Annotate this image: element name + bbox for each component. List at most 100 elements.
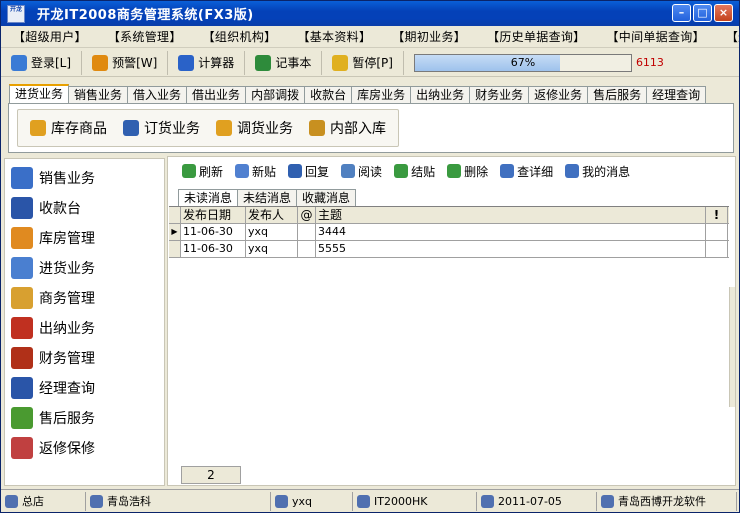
sidebar-item-5[interactable]: 出纳业务 xyxy=(11,317,95,339)
sidebar-item-0[interactable]: 销售业务 xyxy=(11,167,95,189)
database-icon xyxy=(30,120,46,136)
column-header-1[interactable]: 发布人 xyxy=(246,207,298,223)
sidebar-item-2[interactable]: 库房管理 xyxy=(11,227,95,249)
menu-item-7[interactable]: 【返修查询】 xyxy=(714,28,739,45)
menu-item-4[interactable]: 【期初业务】 xyxy=(380,28,475,45)
maximize-button[interactable]: □ xyxy=(693,4,712,22)
sub-toolbar: 库存商品 订货业务 调货业务 内部入库 xyxy=(8,103,734,153)
status-item-label: 青岛浩科 xyxy=(107,495,151,508)
vertical-scrollbar[interactable] xyxy=(729,287,735,407)
menu-item-1[interactable]: 【系统管理】 xyxy=(96,28,191,45)
document-icon xyxy=(123,120,139,136)
sub-toolbar-button-3[interactable]: 内部入库 xyxy=(301,118,394,138)
sidebar-item-9[interactable]: 返修保修 xyxy=(11,437,95,459)
alarm-clock-icon xyxy=(92,54,109,71)
minimize-button[interactable]: – xyxy=(672,4,691,22)
module-tab-10[interactable]: 售后服务 xyxy=(587,86,648,103)
menu-item-0[interactable]: 【超级用户】 xyxy=(1,28,96,45)
cell-attach xyxy=(298,224,316,240)
module-tab-1[interactable]: 销售业务 xyxy=(68,86,129,103)
message-tab-1[interactable]: 未结消息 xyxy=(237,189,298,206)
sidebar-item-label: 进货业务 xyxy=(39,261,95,277)
module-tab-9[interactable]: 返修业务 xyxy=(528,86,589,103)
status-item-label: IT2000HK xyxy=(374,494,428,508)
module-tab-6[interactable]: 库房业务 xyxy=(351,86,412,103)
module-tab-11[interactable]: 经理查询 xyxy=(646,86,707,103)
menu-item-5[interactable]: 【历史单据查询】 xyxy=(475,28,594,45)
message-button-label: 回复 xyxy=(305,164,330,179)
cell-date: 11-06-30 xyxy=(181,224,246,240)
module-tab-2[interactable]: 借入业务 xyxy=(127,86,188,103)
vendor-icon xyxy=(601,494,614,508)
column-header-2[interactable]: @ xyxy=(298,207,316,223)
message-button-7[interactable]: 我的消息 xyxy=(559,163,636,180)
sidebar-item-8[interactable]: 售后服务 xyxy=(11,407,95,429)
toolbar-button-2[interactable]: 计算器 xyxy=(168,50,246,75)
sidebar-item-4[interactable]: 商务管理 xyxy=(11,287,95,309)
message-button-6[interactable]: 查详细 xyxy=(494,163,559,180)
table-row[interactable]: 11-06-30 yxq 5555 xyxy=(169,241,729,258)
module-tab-7[interactable]: 出纳业务 xyxy=(410,86,471,103)
app-logo-icon: 开龙 xyxy=(7,4,25,23)
module-tab-8[interactable]: 财务业务 xyxy=(469,86,530,103)
transfer-icon xyxy=(216,120,232,136)
toolbar-button-1[interactable]: 预警[W] xyxy=(82,50,169,75)
sidebar-item-label: 商务管理 xyxy=(39,291,95,307)
sidebar-item-3[interactable]: 进货业务 xyxy=(11,257,95,279)
sidebar-item-1[interactable]: 收款台 xyxy=(11,197,81,219)
progress-bar: 67% xyxy=(413,53,632,72)
message-tab-0[interactable]: 未读消息 xyxy=(178,189,239,206)
cashier-icon xyxy=(11,197,33,219)
message-button-0[interactable]: 刷新 xyxy=(176,163,229,180)
cell-author: yxq xyxy=(246,241,298,257)
message-button-5[interactable]: 删除 xyxy=(441,163,494,180)
status-item-label: 总店 xyxy=(22,495,44,508)
menu-item-6[interactable]: 【中间单据查询】 xyxy=(594,28,713,45)
close-button[interactable]: × xyxy=(714,4,733,22)
sub-toolbar-button-0[interactable]: 库存商品 xyxy=(22,118,115,138)
column-header-3[interactable]: 主题 xyxy=(316,207,706,223)
cell-subject: 3444 xyxy=(316,224,706,240)
repair-icon xyxy=(11,437,33,459)
module-tab-5[interactable]: 收款台 xyxy=(304,86,353,103)
module-tab-4[interactable]: 内部调拨 xyxy=(245,86,306,103)
toolbar-button-label: 登录[L] xyxy=(31,56,72,70)
module-tab-3[interactable]: 借出业务 xyxy=(186,86,247,103)
module-tab-0[interactable]: 进货业务 xyxy=(9,84,70,103)
status-item-4: 2011-07-05 xyxy=(477,491,597,511)
toolbar-button-label: 预警[W] xyxy=(112,56,158,70)
status-item-5: 青岛西博开龙软件 xyxy=(597,491,737,511)
message-button-4[interactable]: 结贴 xyxy=(388,163,441,180)
toolbar-button-3[interactable]: 记事本 xyxy=(245,50,323,75)
status-item-2: yxq xyxy=(271,491,353,511)
calculator-icon xyxy=(178,54,195,71)
service-icon xyxy=(11,407,33,429)
report-icon xyxy=(11,377,33,399)
sub-toolbar-button-2[interactable]: 调货业务 xyxy=(208,118,301,138)
sub-toolbar-button-1[interactable]: 订货业务 xyxy=(115,118,208,138)
table-row[interactable]: ▶ 11-06-30 yxq 3444 xyxy=(169,224,729,241)
business-icon xyxy=(11,287,33,309)
message-button-label: 新贴 xyxy=(252,164,277,179)
window-title: 开龙IT2008商务管理系统(FX3版) xyxy=(37,8,254,23)
sidebar-item-label: 出纳业务 xyxy=(39,321,95,337)
toolbar-button-0[interactable]: 登录[L] xyxy=(1,50,83,75)
toolbar-button-4[interactable]: 暂停[P] xyxy=(322,50,404,75)
message-button-1[interactable]: 新贴 xyxy=(229,163,282,180)
menu-item-3[interactable]: 【基本资料】 xyxy=(285,28,380,45)
menu-item-2[interactable]: 【组织机构】 xyxy=(191,28,286,45)
sidebar-item-6[interactable]: 财务管理 xyxy=(11,347,95,369)
cell-author: yxq xyxy=(246,224,298,240)
purchase-icon xyxy=(11,257,33,279)
status-number: 6113 xyxy=(635,56,664,69)
title-bar[interactable]: 开龙 开龙IT2008商务管理系统(FX3版) – □ × xyxy=(1,1,739,26)
sidebar-item-7[interactable]: 经理查询 xyxy=(11,377,95,399)
finance-icon xyxy=(11,347,33,369)
column-header-4[interactable]: ! xyxy=(706,207,728,223)
message-tab-2[interactable]: 收藏消息 xyxy=(296,189,357,206)
clock-icon xyxy=(481,494,494,508)
column-header-0[interactable]: 发布日期 xyxy=(181,207,246,223)
message-button-3[interactable]: 阅读 xyxy=(335,163,388,180)
main-toolbar: 登录[L] 预警[W] 计算器 记事本 暂停[P] 67% 6113 xyxy=(1,49,739,77)
message-button-2[interactable]: 回复 xyxy=(282,163,335,180)
